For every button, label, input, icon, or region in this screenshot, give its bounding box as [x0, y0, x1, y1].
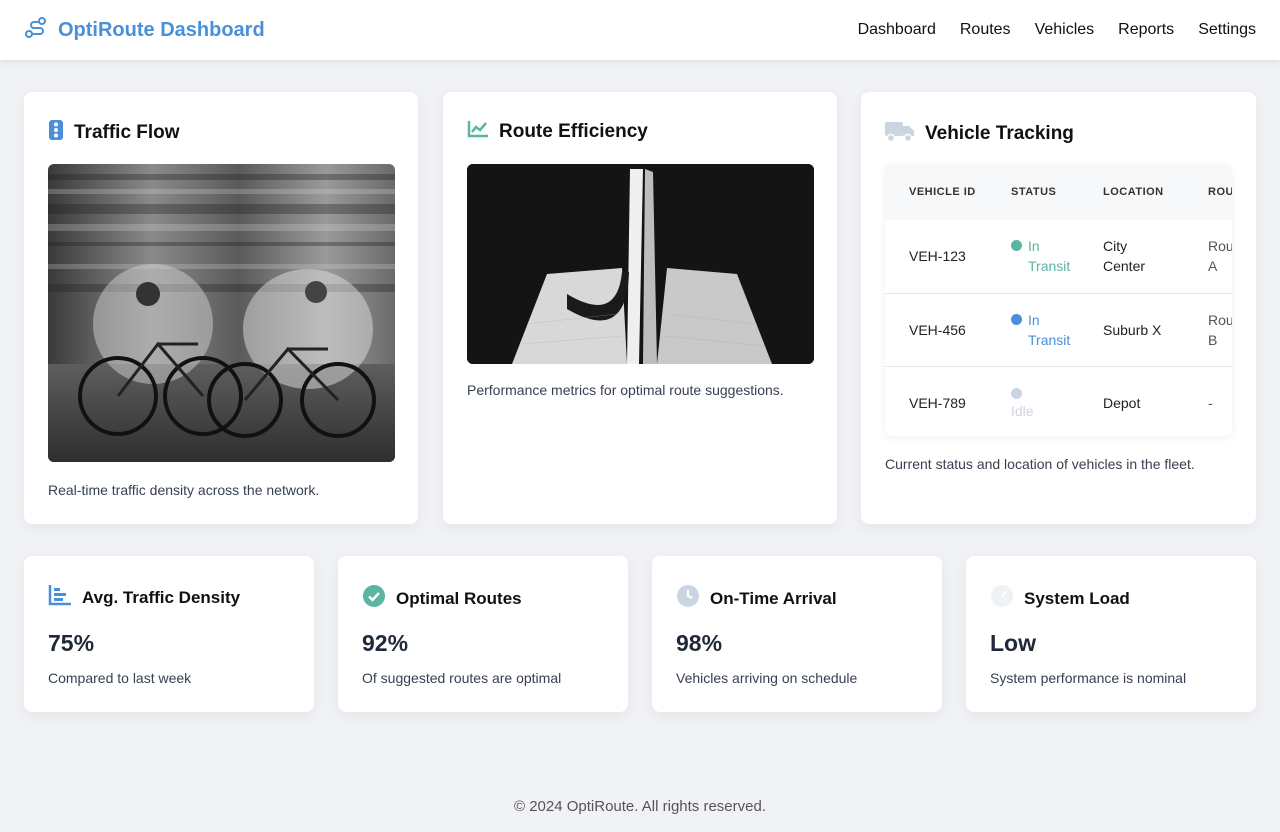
route-cell: Route B [1184, 293, 1232, 367]
route-efficiency-description: Performance metrics for optimal route su… [467, 382, 784, 398]
vehicle-tracking-card: Vehicle Tracking VEHICLE ID STATUS LOCAT… [861, 92, 1256, 524]
metric-title: Avg. Traffic Density [82, 587, 241, 607]
status-label: In Transit [1028, 238, 1071, 275]
table-row[interactable]: VEH-456 In Transit Suburb X Route B [885, 293, 1232, 367]
metric-card-optimal-routes: Optimal Routes 92% Of suggested routes a… [338, 556, 628, 712]
route-label: Route B [1208, 311, 1232, 348]
metric-subtitle: Compared to last week [48, 670, 192, 686]
vehicle-tracking-description: Current status and location of vehicles … [885, 456, 1195, 472]
vehicle-id-cell: VEH-456 [885, 293, 987, 367]
vehicle-id-cell: VEH-789 [885, 366, 987, 436]
app-title: OptiRoute Dashboard [58, 18, 265, 41]
metric-subtitle: Of suggested routes are optimal [362, 670, 562, 686]
metric-value: 75% [48, 630, 95, 656]
route-cell: - [1184, 366, 1232, 436]
metric-header: System Load [990, 584, 1130, 613]
metric-header: Optimal Routes [362, 584, 522, 613]
status-cell: Idle [987, 366, 1079, 436]
footer: © 2024 OptiRoute. All rights reserved. [0, 780, 1280, 832]
nav-routes[interactable]: Routes [960, 21, 1011, 39]
vehicle-id-cell: VEH-123 [885, 220, 987, 294]
metric-card-on-time-arrival: On-Time Arrival 98% Vehicles arriving on… [652, 556, 942, 712]
location-cell: City Center [1079, 220, 1184, 294]
status-label: In Transit [1028, 311, 1071, 348]
location-cell: Suburb X [1079, 293, 1184, 367]
metric-header: On-Time Arrival [676, 584, 837, 613]
table-row[interactable]: VEH-789 Idle Depot - [885, 366, 1232, 436]
status-dot-icon [1011, 313, 1022, 325]
route-icon [24, 16, 48, 45]
col-header-vehicle-id: VEHICLE ID [909, 186, 976, 198]
metric-title: On-Time Arrival [710, 588, 837, 608]
gauge-icon [990, 584, 1014, 613]
top-navbar: OptiRoute Dashboard Dashboard Routes Veh… [0, 0, 1280, 60]
traffic-flow-header: Traffic Flow [48, 120, 180, 145]
status-cell: In Transit [987, 293, 1079, 367]
metric-card-traffic-density: Avg. Traffic Density 75% Compared to las… [24, 556, 314, 712]
vehicle-table: VEHICLE ID STATUS LOCATION ROUTE VEH-123… [885, 164, 1232, 436]
table-row[interactable]: VEH-123 In Transit City Center Route A [885, 220, 1232, 294]
route-efficiency-image [467, 164, 814, 364]
nav-settings[interactable]: Settings [1198, 21, 1256, 39]
bar-chart-icon [48, 584, 72, 611]
table-header-row: VEHICLE ID STATUS LOCATION ROUTE [885, 164, 1232, 220]
status-dot-icon [1011, 388, 1022, 399]
nav-reports[interactable]: Reports [1118, 21, 1174, 39]
metric-value: 98% [676, 630, 723, 656]
metric-title: System Load [1024, 588, 1130, 608]
location-label: Suburb X [1103, 321, 1162, 338]
vehicle-tracking-header: Vehicle Tracking [885, 120, 1074, 147]
status-cell: In Transit [987, 220, 1079, 294]
status-dot-icon [1011, 240, 1022, 252]
brand[interactable]: OptiRoute Dashboard [24, 16, 265, 45]
traffic-flow-card: Traffic Flow Real-time traffic density a… [24, 92, 418, 524]
route-label: Route A [1208, 238, 1232, 275]
location-cell: Depot [1079, 366, 1184, 436]
col-header-location: LOCATION [1103, 186, 1164, 198]
col-header-route: ROUTE [1208, 186, 1232, 198]
metric-card-system-load: System Load Low System performance is no… [966, 556, 1256, 712]
metric-title: Optimal Routes [396, 588, 522, 608]
metric-subtitle: System performance is nominal [990, 670, 1187, 686]
metric-value: Low [990, 630, 1036, 656]
clock-icon [676, 584, 700, 613]
line-chart-icon [467, 120, 489, 143]
route-efficiency-header: Route Efficiency [467, 120, 648, 143]
traffic-flow-image [48, 164, 395, 462]
truck-icon [885, 120, 915, 147]
footer-copyright: © 2024 OptiRoute. All rights reserved. [513, 797, 766, 815]
vehicle-tracking-title: Vehicle Tracking [925, 122, 1074, 144]
nav-vehicles[interactable]: Vehicles [1035, 21, 1095, 39]
route-efficiency-card: Route Efficiency Performance metrics for… [443, 92, 837, 524]
route-efficiency-title: Route Efficiency [499, 120, 648, 142]
main-nav: Dashboard Routes Vehicles Reports Settin… [858, 21, 1256, 39]
location-label: City Center [1103, 238, 1146, 275]
metric-subtitle: Vehicles arriving on schedule [676, 670, 858, 686]
metric-value: 92% [362, 630, 409, 656]
traffic-flow-title: Traffic Flow [74, 121, 180, 143]
metric-header: Avg. Traffic Density [48, 584, 240, 611]
check-circle-icon [362, 584, 386, 613]
status-badge: In Transit [1011, 310, 1072, 350]
status-badge: In Transit [1011, 236, 1072, 276]
nav-dashboard[interactable]: Dashboard [858, 21, 936, 39]
col-header-status: STATUS [1011, 186, 1057, 198]
status-label: Idle [1011, 403, 1034, 419]
route-cell: Route A [1184, 220, 1232, 294]
vehicle-table-container[interactable]: VEHICLE ID STATUS LOCATION ROUTE VEH-123… [885, 164, 1232, 436]
status-badge: Idle [1011, 384, 1034, 421]
traffic-light-icon [48, 120, 64, 145]
traffic-flow-description: Real-time traffic density across the net… [48, 482, 320, 498]
